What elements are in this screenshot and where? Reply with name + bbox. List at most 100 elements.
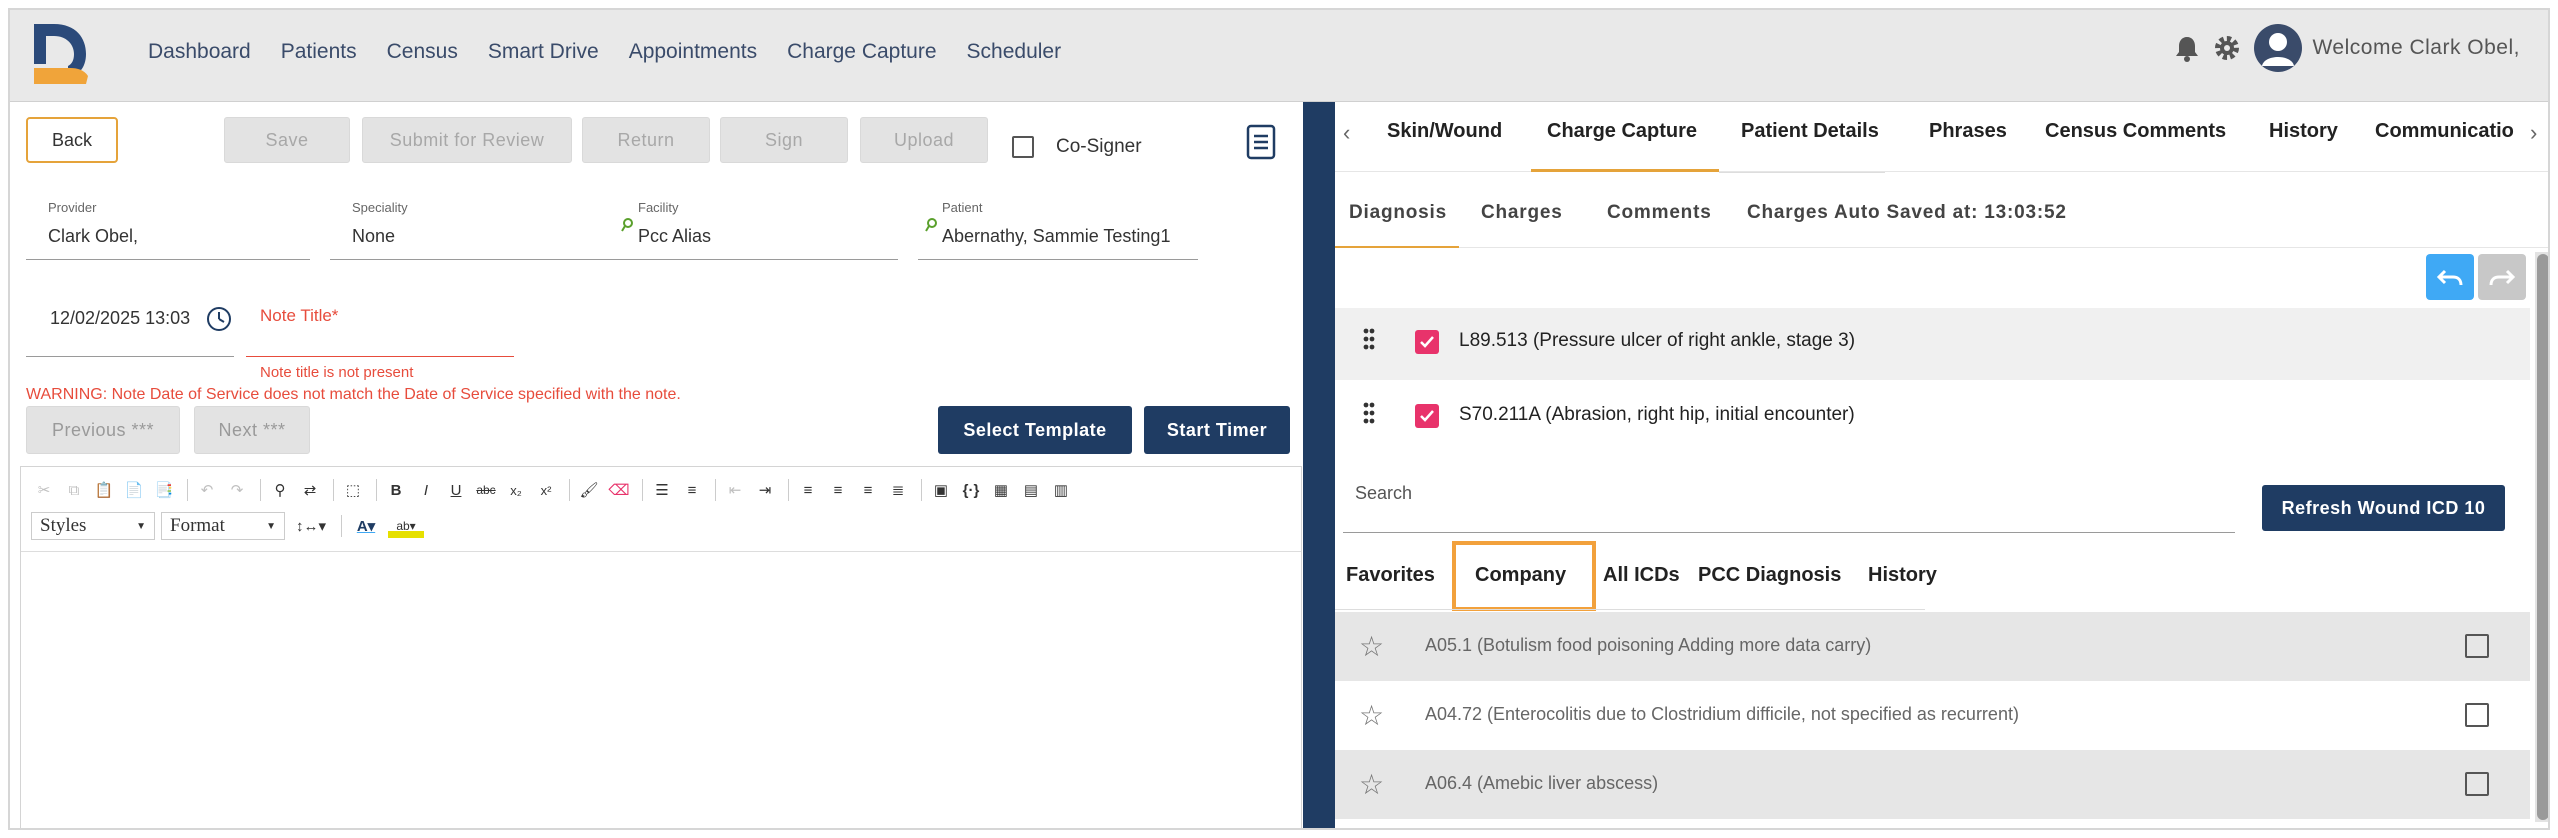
diagnosis-row[interactable]: L89.513 (Pressure ulcer of right ankle, … bbox=[1335, 308, 2530, 380]
subtab-diagnosis[interactable]: Diagnosis bbox=[1349, 202, 1447, 224]
notes-icon[interactable] bbox=[1246, 124, 1276, 160]
text-color-icon[interactable]: A▾ bbox=[348, 514, 384, 538]
upload-button[interactable]: Upload bbox=[860, 117, 988, 163]
styles-dropdown[interactable]: Styles ▼ bbox=[31, 512, 155, 540]
chevron-right-icon[interactable]: › bbox=[2530, 120, 2537, 146]
list-tab-all-icds[interactable]: All ICDs bbox=[1603, 564, 1680, 587]
find-icon[interactable]: ⚲ bbox=[267, 478, 293, 502]
subtab-comments[interactable]: Comments bbox=[1607, 202, 1712, 224]
tab-history[interactable]: History bbox=[2269, 120, 2338, 143]
align-center-icon[interactable]: ≡ bbox=[825, 478, 851, 502]
icd-checkbox[interactable] bbox=[2465, 703, 2489, 727]
remove-format-icon[interactable]: ⌫ bbox=[606, 478, 632, 502]
copy-format-icon[interactable]: 🖌 bbox=[576, 478, 602, 502]
insert-row-icon[interactable]: ▤ bbox=[1018, 478, 1044, 502]
underline-icon[interactable]: U bbox=[443, 478, 469, 502]
avatar[interactable] bbox=[2254, 24, 2303, 72]
icd-row[interactable]: ☆ A06.4 (Amebic liver abscess) bbox=[1335, 750, 2530, 819]
panel-divider[interactable] bbox=[1303, 102, 1335, 828]
provider-field[interactable]: Provider Clark Obel, bbox=[26, 200, 310, 260]
bold-icon[interactable]: B bbox=[383, 478, 409, 502]
diagnosis-row[interactable]: S70.211A (Abrasion, right hip, initial e… bbox=[1335, 382, 2530, 454]
indent-icon[interactable]: ⇥ bbox=[752, 478, 778, 502]
speciality-field[interactable]: Speciality None bbox=[330, 200, 614, 260]
select-template-button[interactable]: Select Template bbox=[938, 406, 1132, 454]
rich-text-editor[interactable]: ✂ ⧉ 📋 📄 📑 ↶ ↷ ⚲ ⇄ ⬚ B I U abc x₂ x² 🖌 ⌫ … bbox=[20, 466, 1302, 828]
icd-search-input[interactable]: Search bbox=[1355, 483, 1412, 504]
return-button[interactable]: Return bbox=[582, 117, 710, 163]
icd-row[interactable]: ☆ A04.72 (Enterocolitis due to Clostridi… bbox=[1335, 681, 2530, 750]
icd-row[interactable]: ☆ A05.1 (Botulism food poisoning Adding … bbox=[1335, 612, 2530, 681]
icd-checkbox[interactable] bbox=[2465, 634, 2489, 658]
diagnosis-checkbox[interactable] bbox=[1415, 404, 1439, 428]
cosigner-checkbox[interactable] bbox=[1012, 136, 1034, 158]
nav-scheduler[interactable]: Scheduler bbox=[967, 40, 1062, 64]
tab-phrases[interactable]: Phrases bbox=[1929, 120, 2007, 143]
line-height-icon[interactable]: ↕↔▾ bbox=[291, 514, 331, 538]
outdent-icon[interactable]: ⇤ bbox=[722, 478, 748, 502]
patient-field[interactable]: Patient Abernathy, Sammie Testing1 bbox=[918, 200, 1198, 260]
bullet-list-icon[interactable]: ≡ bbox=[679, 478, 705, 502]
subtab-charges[interactable]: Charges bbox=[1481, 202, 1563, 224]
tab-patient-details[interactable]: Patient Details bbox=[1741, 120, 1879, 143]
align-right-icon[interactable]: ≡ bbox=[855, 478, 881, 502]
superscript-icon[interactable]: x² bbox=[533, 478, 559, 502]
drag-handle-icon[interactable] bbox=[1363, 328, 1375, 350]
sign-button[interactable]: Sign bbox=[720, 117, 848, 163]
format-dropdown[interactable]: Format ▼ bbox=[161, 512, 285, 540]
tab-communication[interactable]: Communicatio bbox=[2375, 120, 2514, 143]
italic-icon[interactable]: I bbox=[413, 478, 439, 502]
nav-census[interactable]: Census bbox=[387, 40, 458, 64]
image-icon[interactable]: ▣ bbox=[928, 478, 954, 502]
note-title-input[interactable]: Note Title* bbox=[260, 306, 338, 326]
star-icon[interactable]: ☆ bbox=[1359, 630, 1384, 663]
strikethrough-icon[interactable]: abc bbox=[473, 478, 499, 502]
nav-dashboard[interactable]: Dashboard bbox=[148, 40, 251, 64]
save-button[interactable]: Save bbox=[224, 117, 350, 163]
nav-charge-capture[interactable]: Charge Capture bbox=[787, 40, 936, 64]
insert-column-icon[interactable]: ▥ bbox=[1048, 478, 1074, 502]
nav-appointments[interactable]: Appointments bbox=[629, 40, 757, 64]
tab-skin-wound[interactable]: Skin/Wound bbox=[1387, 120, 1502, 143]
list-tab-history[interactable]: History bbox=[1868, 564, 1937, 587]
redo-button[interactable] bbox=[2478, 254, 2526, 300]
scrollbar-thumb[interactable] bbox=[2537, 254, 2548, 820]
previous-button[interactable]: Previous *** bbox=[26, 406, 180, 454]
refresh-wound-icd-button[interactable]: Refresh Wound ICD 10 bbox=[2262, 485, 2505, 531]
undo-icon[interactable]: ↶ bbox=[194, 478, 220, 502]
background-color-icon[interactable]: ab▾ bbox=[388, 514, 424, 538]
paste-icon[interactable]: 📋 bbox=[91, 478, 117, 502]
next-button[interactable]: Next *** bbox=[194, 406, 310, 454]
list-tab-favorites[interactable]: Favorites bbox=[1346, 564, 1435, 587]
copy-icon[interactable]: ⧉ bbox=[61, 478, 87, 502]
diagnosis-checkbox[interactable] bbox=[1415, 330, 1439, 354]
nav-smart-drive[interactable]: Smart Drive bbox=[488, 40, 599, 64]
subscript-icon[interactable]: x₂ bbox=[503, 478, 529, 502]
back-button[interactable]: Back bbox=[26, 117, 118, 163]
list-tab-pcc-diagnosis[interactable]: PCC Diagnosis bbox=[1698, 564, 1841, 587]
app-logo[interactable] bbox=[28, 20, 94, 86]
numbered-list-icon[interactable]: ☰ bbox=[649, 478, 675, 502]
placeholder-icon[interactable]: {·} bbox=[958, 478, 984, 502]
cut-icon[interactable]: ✂ bbox=[31, 478, 57, 502]
tab-census-comments[interactable]: Census Comments bbox=[2045, 120, 2226, 143]
date-of-service[interactable]: 12/02/2025 13:03 bbox=[50, 308, 190, 329]
gear-icon[interactable] bbox=[2212, 33, 2242, 63]
start-timer-button[interactable]: Start Timer bbox=[1144, 406, 1290, 454]
table-icon[interactable]: ▦ bbox=[988, 478, 1014, 502]
submit-review-button[interactable]: Submit for Review bbox=[362, 117, 572, 163]
tab-charge-capture[interactable]: Charge Capture bbox=[1547, 120, 1697, 143]
redo-icon[interactable]: ↷ bbox=[224, 478, 250, 502]
align-left-icon[interactable]: ≡ bbox=[795, 478, 821, 502]
undo-button[interactable] bbox=[2426, 254, 2474, 300]
drag-handle-icon[interactable] bbox=[1363, 402, 1375, 424]
paste-word-icon[interactable]: 📑 bbox=[151, 478, 177, 502]
select-all-icon[interactable]: ⬚ bbox=[340, 478, 366, 502]
facility-field[interactable]: Facility Pcc Alias bbox=[614, 200, 898, 260]
star-icon[interactable]: ☆ bbox=[1359, 699, 1384, 732]
chevron-left-icon[interactable]: ‹ bbox=[1343, 120, 1350, 146]
clock-icon[interactable] bbox=[206, 306, 232, 332]
replace-icon[interactable]: ⇄ bbox=[297, 478, 323, 502]
icd-checkbox[interactable] bbox=[2465, 772, 2489, 796]
star-icon[interactable]: ☆ bbox=[1359, 768, 1384, 801]
